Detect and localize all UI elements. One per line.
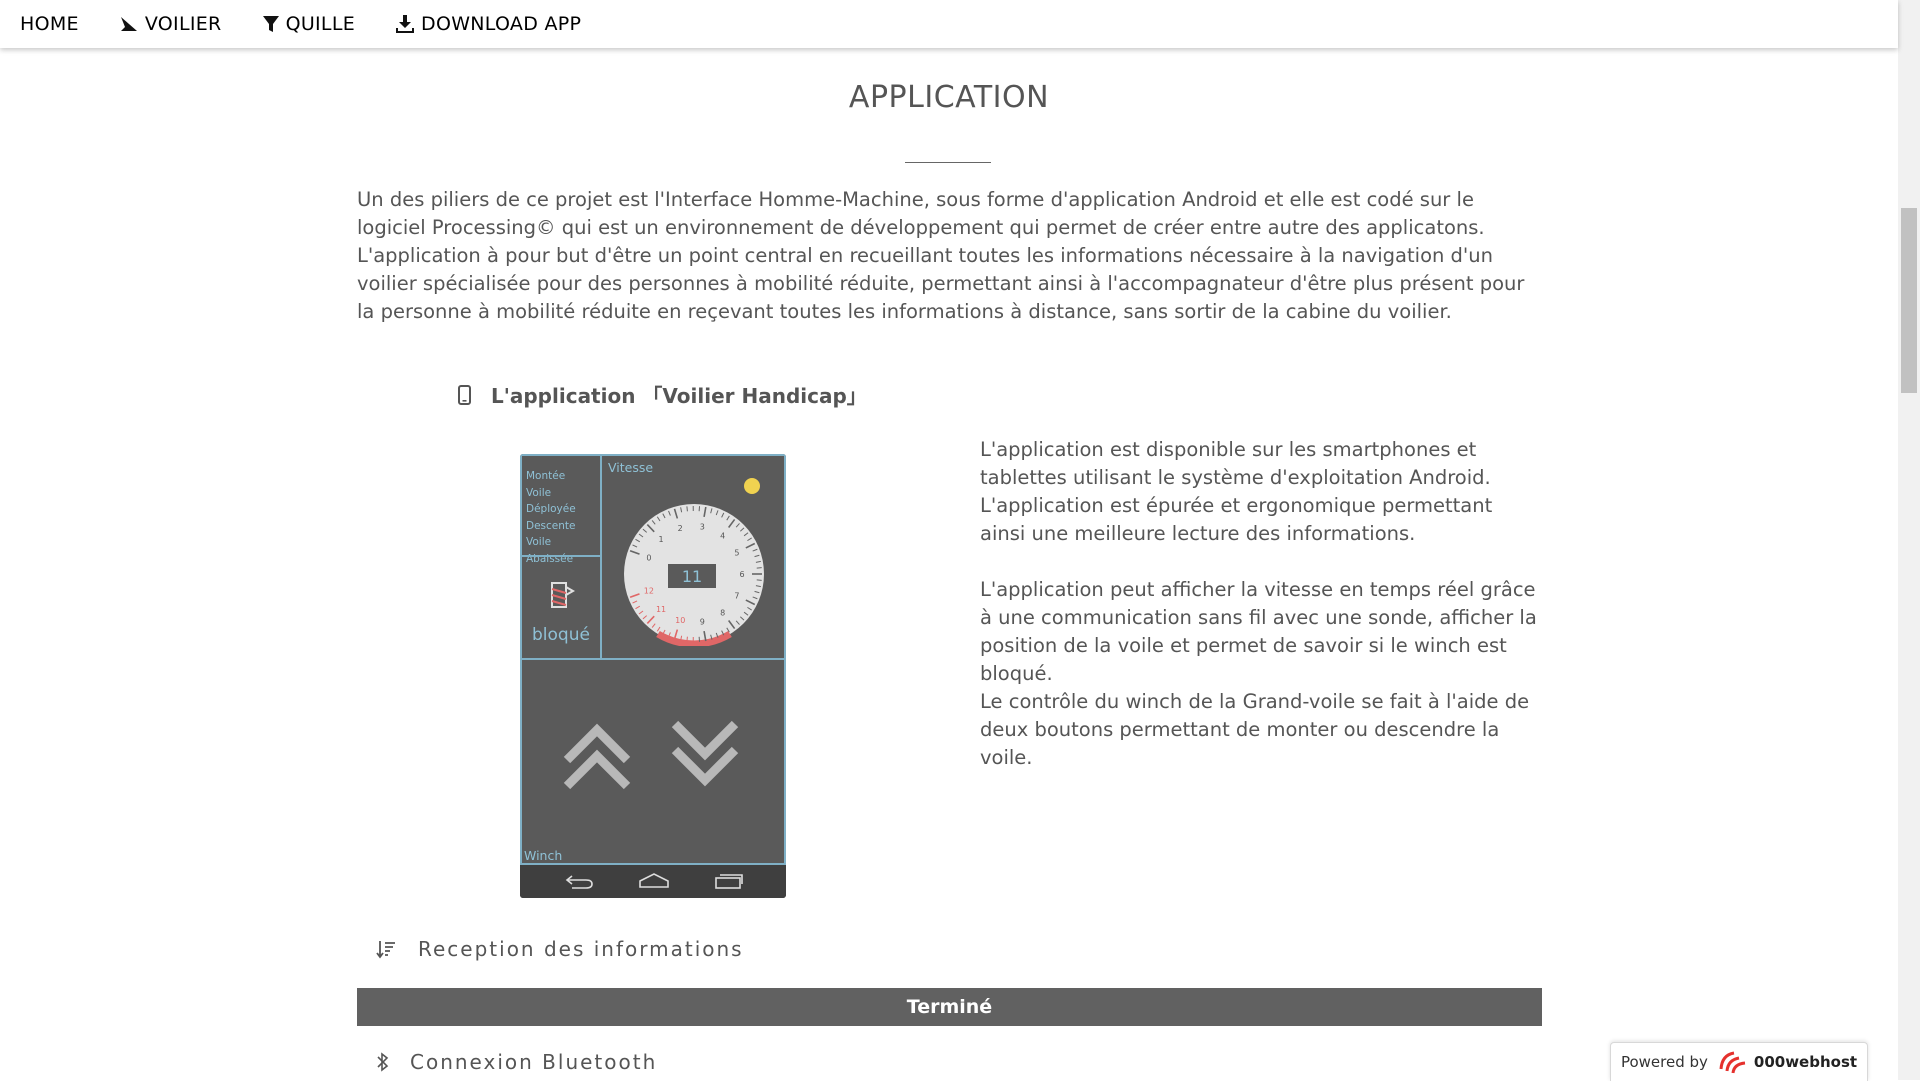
nav-download-label: DOWNLOAD APP [421, 13, 581, 35]
gauge-tick-label: 4 [720, 531, 725, 540]
app-screenshot: Montée Voile Déployée Descente Voile Aba… [520, 454, 786, 898]
gauge-tick-label: 3 [700, 523, 705, 532]
status-line: Voile Déployée [526, 485, 600, 518]
gauge-tick-label: 1 [659, 535, 664, 544]
reception-progress-bar: Terminé [357, 988, 1542, 1026]
nav-quille-label: QUILLE [286, 13, 355, 35]
nav-home-label: HOME [20, 13, 79, 35]
000webhost-logo-icon [1718, 1049, 1748, 1075]
title-divider [905, 162, 991, 163]
reception-heading-text: Reception des informations [418, 937, 744, 961]
reception-section-heading: Reception des informations [376, 937, 744, 961]
speed-panel: Vitesse 0123456789101112 11 [600, 454, 786, 660]
description-line [980, 548, 1540, 576]
gauge-tick-label: 7 [734, 592, 739, 601]
gauge-tick-label: 2 [678, 524, 683, 533]
brand-name: 000webhost [1754, 1053, 1857, 1071]
gauge-tick-label: 8 [720, 609, 725, 618]
powered-by-badge[interactable]: Powered by 000webhost [1610, 1042, 1868, 1081]
intro-paragraph: L'application à pour but d'être un point… [357, 242, 1542, 326]
nav-voilier-label: VOILIER [145, 13, 222, 35]
bluetooth-section-heading: Connexion Bluetooth [376, 1050, 657, 1074]
app-heading-text: L'application 「Voilier Handicap」 [491, 380, 867, 409]
status-line: Descente [526, 518, 600, 535]
description-line: Le contrôle du winch de la Grand-voile s… [980, 688, 1540, 772]
speed-value: 11 [682, 567, 702, 586]
winch-status-label: bloqué [522, 625, 600, 645]
bluetooth-heading-text: Connexion Bluetooth [410, 1050, 657, 1074]
gauge-tick [687, 637, 688, 642]
gauge-tick-label: 9 [700, 617, 705, 626]
sort-amount-icon [376, 939, 396, 959]
powered-by-text: Powered by [1621, 1053, 1708, 1071]
gauge-tick-label: 6 [739, 570, 744, 579]
nav-voilier[interactable]: VOILIER [99, 0, 242, 48]
description-line: L'application est disponible sur les sma… [980, 436, 1540, 492]
connection-indicator [744, 478, 760, 494]
description-line: L'application est épurée et ergonomique … [980, 492, 1540, 548]
android-nav-bar [520, 865, 786, 898]
home-icon[interactable] [638, 873, 670, 889]
nav-download-app[interactable]: DOWNLOAD APP [375, 0, 601, 48]
gauge-tick-label: 5 [734, 548, 739, 557]
nav-home[interactable]: HOME [0, 0, 99, 48]
winch-control-panel: Winch [520, 658, 786, 865]
nav-quille[interactable]: QUILLE [242, 0, 375, 48]
app-description: L'application est disponible sur les sma… [980, 436, 1540, 772]
status-line: Montée [526, 468, 600, 485]
back-icon[interactable] [564, 873, 594, 889]
smartphone-icon [458, 385, 471, 405]
sail-down-button[interactable] [670, 716, 740, 788]
intro-text: Un des piliers de ce projet est l'Interf… [357, 186, 1542, 326]
app-section-heading: L'application 「Voilier Handicap」 [458, 380, 867, 409]
page-title: APPLICATION [0, 80, 1898, 115]
progress-label: Terminé [907, 996, 992, 1018]
gauge-tick-label: 10 [675, 616, 685, 625]
intro-paragraph: Un des piliers de ce projet est l'Interf… [357, 186, 1542, 242]
page-scrollbar[interactable] [1898, 0, 1920, 1080]
description-line: L'application peut afficher la vitesse e… [980, 576, 1540, 688]
winch-lock-panel: bloqué [520, 555, 602, 660]
download-icon [395, 14, 415, 34]
sail-up-button[interactable] [562, 722, 632, 794]
winch-label: Winch [524, 848, 562, 863]
gauge-tick-label: 0 [646, 554, 651, 563]
speed-label: Vitesse [608, 460, 653, 475]
sailboat-icon [119, 14, 139, 34]
speedometer-gauge: 0123456789101112 11 [622, 502, 766, 646]
gauge-tick [687, 506, 688, 511]
bluetooth-icon [376, 1052, 390, 1072]
top-navigation: HOME VOILIER QUILLE DOWNLOAD APP [0, 0, 1898, 48]
filter-icon [262, 14, 280, 34]
scrollbar-thumb[interactable] [1901, 208, 1917, 393]
gauge-tick-label: 12 [644, 586, 654, 595]
sail-status-panel: Montée Voile Déployée Descente Voile Aba… [520, 454, 602, 557]
recent-apps-icon[interactable] [714, 873, 744, 889]
gauge-tick-label: 11 [656, 605, 666, 614]
winch-lock-icon [546, 579, 576, 613]
